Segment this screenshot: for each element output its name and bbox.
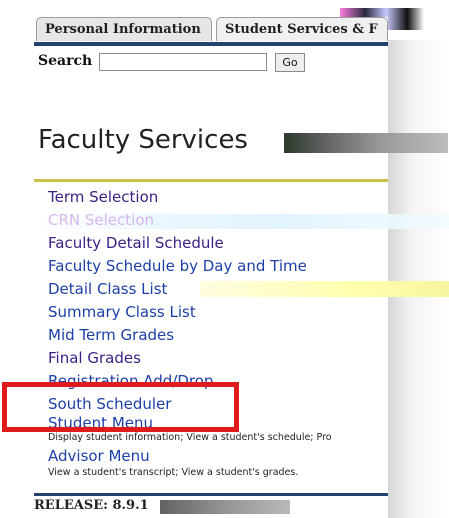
- footer-divider: [34, 493, 388, 496]
- tab-student-services[interactable]: Student Services & F: [216, 17, 388, 41]
- menu-link-term-selection[interactable]: Term Selection: [48, 186, 388, 209]
- tab-bar: Personal Information Student Services & …: [34, 17, 388, 43]
- image-artifact-footer: [160, 500, 290, 514]
- menu-link-summary-class-list[interactable]: Summary Class List: [48, 301, 388, 324]
- image-artifact-title: [284, 133, 448, 153]
- student-menu-description: Display student information; View a stud…: [48, 432, 332, 443]
- search-input[interactable]: [99, 53, 267, 71]
- advisor-menu-description: View a student's transcript; View a stud…: [48, 467, 299, 478]
- menu-link-faculty-schedule-day-time[interactable]: Faculty Schedule by Day and Time: [48, 255, 388, 278]
- tab-underline: [34, 42, 388, 46]
- menu-link-final-grades[interactable]: Final Grades: [48, 347, 388, 370]
- menu-link-crn-selection[interactable]: CRN Selection: [48, 209, 388, 232]
- menu-link-advisor-menu[interactable]: Advisor Menu: [48, 446, 388, 466]
- go-button[interactable]: Go: [275, 53, 305, 72]
- highlight-box: [2, 382, 239, 432]
- page-title: Faculty Services: [38, 125, 248, 155]
- gold-divider: [34, 179, 388, 182]
- menu-link-mid-term-grades[interactable]: Mid Term Grades: [48, 324, 388, 347]
- window-shadow: [388, 40, 449, 518]
- menu-link-detail-class-list[interactable]: Detail Class List: [48, 278, 388, 301]
- faculty-services-menu: Term Selection CRN Selection Faculty Det…: [48, 186, 388, 479]
- menu-link-faculty-detail-schedule[interactable]: Faculty Detail Schedule: [48, 232, 388, 255]
- search-label: Search: [38, 53, 93, 69]
- tab-personal-information[interactable]: Personal Information: [36, 17, 212, 41]
- release-label: RELEASE: 8.9.1: [34, 498, 149, 513]
